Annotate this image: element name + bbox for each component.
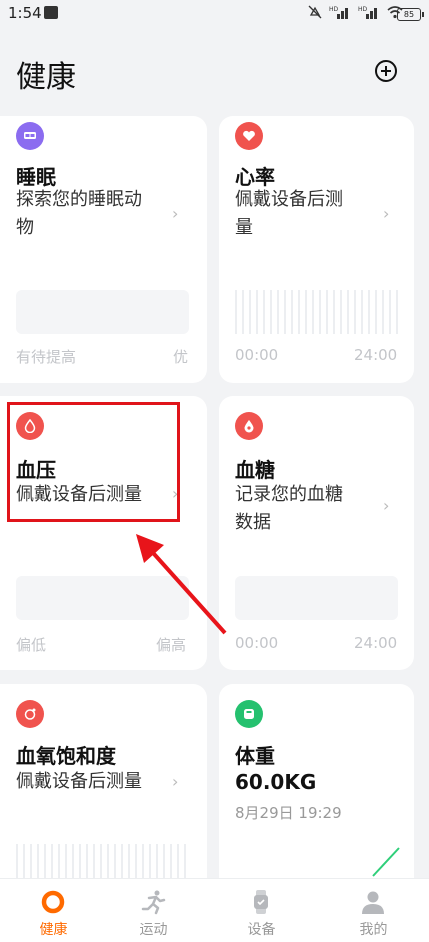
status-time: 1:54 [8, 4, 42, 22]
sleep-left-label: 有待提高 [16, 348, 77, 366]
blood-pressure-low-label: 偏低 [16, 636, 47, 654]
blood-sugar-title: 血糖 [235, 458, 275, 482]
nav-profile[interactable]: 我的 [320, 879, 427, 942]
mute-icon [308, 5, 322, 19]
annotation-arrow [136, 534, 227, 635]
weight-trend-line [372, 847, 400, 877]
chevron-right-icon: › [383, 204, 390, 223]
nav-exercise[interactable]: 运动 [100, 879, 207, 942]
blood-oxygen-icon [16, 700, 44, 728]
signal-icon-1: HD [329, 6, 348, 19]
battery-icon: 85 [397, 8, 424, 21]
blood-sugar-icon [235, 412, 263, 440]
blood-oxygen-card[interactable]: 血氧饱和度 佩戴设备后测量 › [0, 684, 207, 888]
blood-sugar-chart-placeholder [235, 576, 398, 620]
sleep-chart-placeholder [16, 290, 189, 334]
heart-subtitle-line2: 量 [235, 217, 253, 238]
sleep-right-label: 优 [173, 348, 189, 366]
heart-subtitle-line1: 佩戴设备后测 [235, 189, 343, 210]
heart-chart-placeholder [235, 290, 398, 334]
heart-icon [235, 122, 263, 150]
sleep-subtitle-line1: 探索您的睡眠动 [16, 189, 142, 210]
nav-health[interactable]: 健康 [0, 879, 107, 942]
bed-icon [16, 122, 44, 150]
weight-timestamp: 8月29日 19:29 [235, 804, 342, 822]
scale-icon [235, 700, 263, 728]
nav-device[interactable]: 设备 [208, 879, 315, 942]
highlight-box [7, 402, 180, 522]
signal-icon-2: HD [358, 6, 377, 19]
svg-text:HD: HD [358, 6, 368, 13]
nav-device-label: 设备 [247, 922, 276, 938]
running-icon [141, 890, 166, 915]
blood-sugar-subtitle-line2: 数据 [235, 512, 271, 533]
bottom-navigation: 健康 运动 设备 我的 [0, 878, 429, 942]
person-icon [362, 891, 384, 914]
blood-oxygen-subtitle: 佩戴设备后测量 [16, 771, 142, 792]
nav-profile-label: 我的 [359, 922, 388, 938]
heart-end-time: 24:00 [354, 346, 398, 364]
blood-sugar-card[interactable]: 血糖 记录您的血糖 数据 › 00:00 24:00 [219, 396, 414, 670]
notification-icon [44, 6, 58, 19]
chevron-right-icon: › [172, 772, 179, 791]
sleep-card[interactable]: 睡眠 探索您的睡眠动 物 › 有待提高 优 [0, 116, 207, 383]
blood-sugar-start-time: 00:00 [235, 634, 279, 652]
sleep-subtitle-line2: 物 [16, 217, 34, 238]
blood-oxygen-title: 血氧饱和度 [16, 744, 116, 768]
page-title: 健康 [16, 60, 76, 95]
weight-title: 体重 [235, 744, 275, 768]
add-icon[interactable] [375, 60, 397, 82]
nav-exercise-label: 运动 [139, 922, 168, 938]
weight-card[interactable]: 体重 60.0KG 8月29日 19:29 [219, 684, 414, 878]
heart-start-time: 00:00 [235, 346, 279, 364]
weight-value: 60.0KG [235, 770, 317, 794]
nav-health-label: 健康 [39, 922, 68, 938]
chevron-right-icon: › [172, 204, 179, 223]
status-bar: 1:54 HD HD 85 [0, 0, 429, 30]
watch-icon [254, 890, 268, 914]
blood-sugar-end-time: 24:00 [354, 634, 398, 652]
health-ring-icon [41, 890, 65, 914]
heart-rate-card[interactable]: 心率 佩戴设备后测 量 › 00:00 24:00 [219, 116, 414, 383]
svg-text:HD: HD [329, 6, 339, 13]
blood-sugar-subtitle-line1: 记录您的血糖 [235, 484, 343, 505]
status-icons: HD HD [308, 5, 403, 19]
chevron-right-icon: › [383, 496, 390, 515]
